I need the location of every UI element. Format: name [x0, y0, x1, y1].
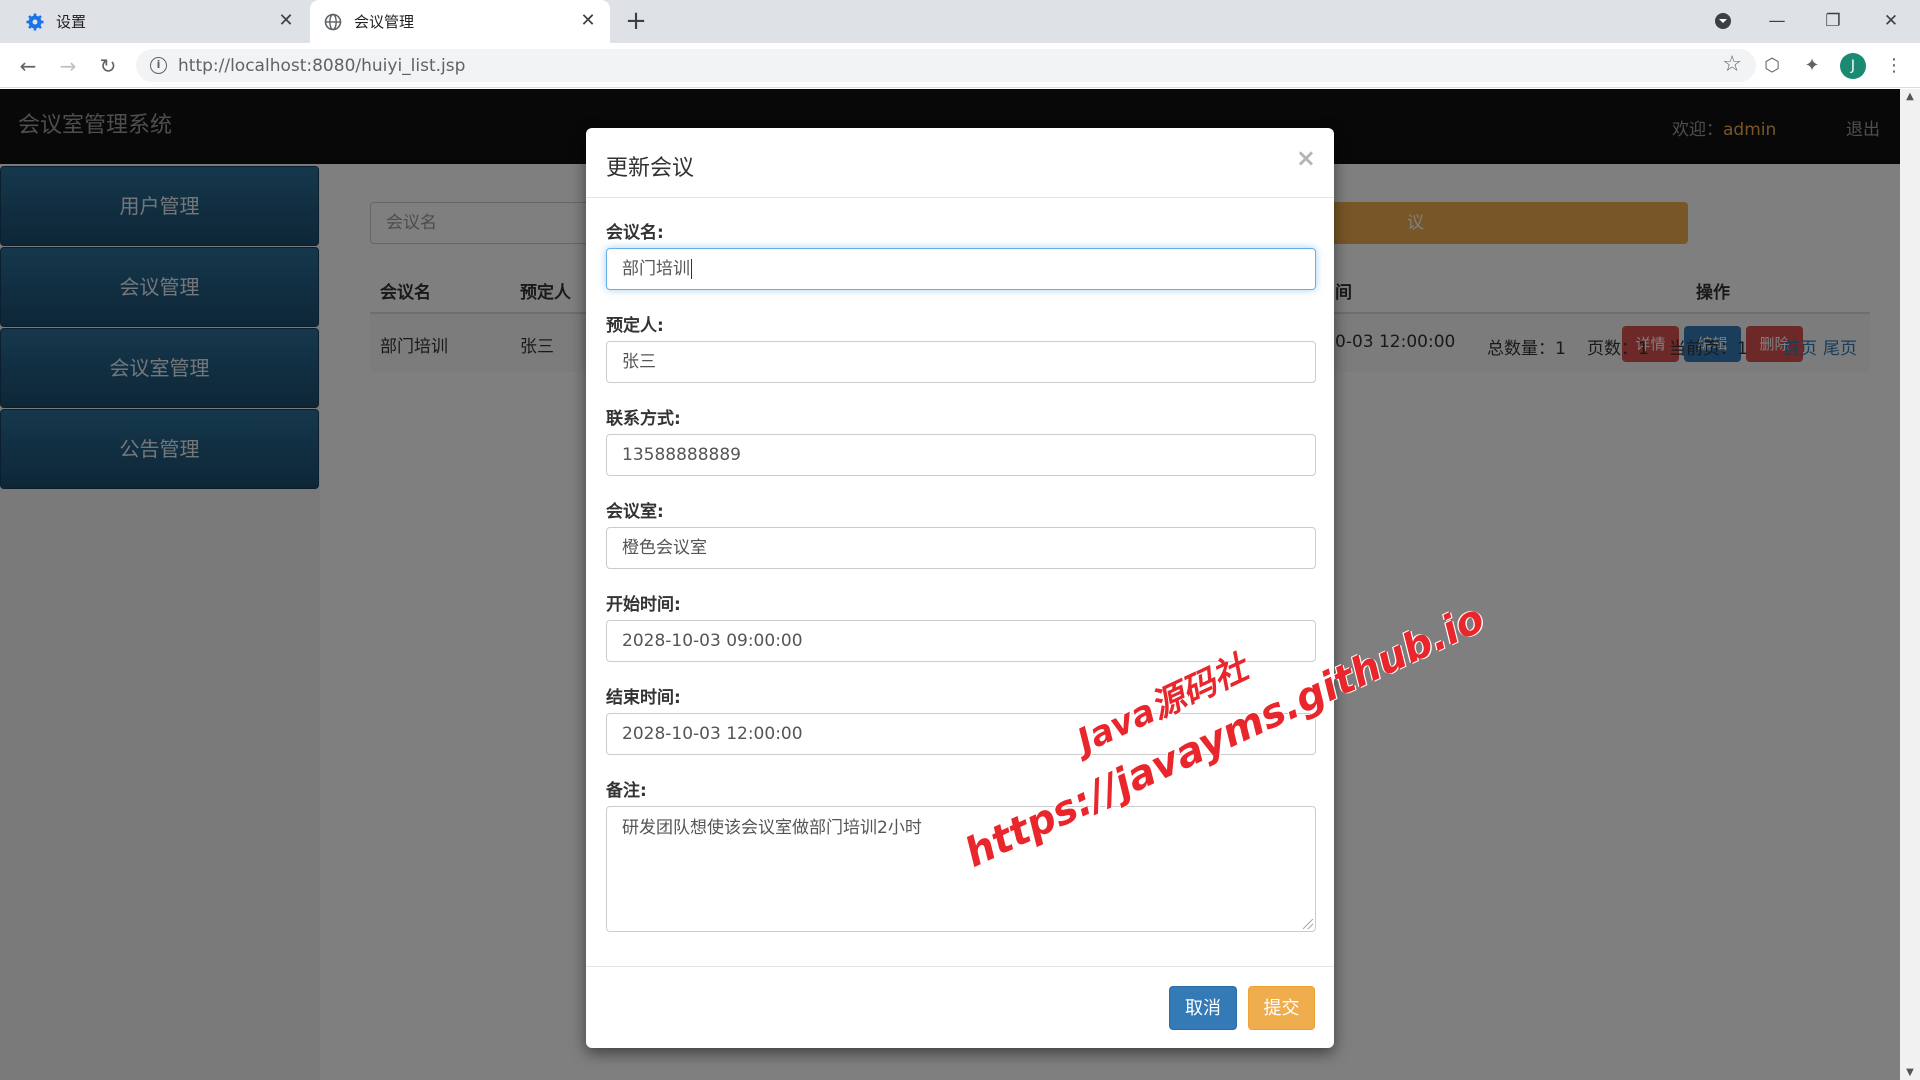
browser-tab-bar: 设置 ✕ 会议管理 ✕ + — ❐ ✕ — [0, 0, 1920, 43]
tab-meeting-management[interactable]: 会议管理 ✕ — [310, 0, 610, 43]
bookmark-star-icon[interactable]: ☆ — [1722, 52, 1742, 77]
url-text[interactable]: http://localhost:8080/huiyi_list.jsp — [178, 56, 465, 76]
submit-button[interactable]: 提交 — [1248, 986, 1315, 1030]
contact-label: 联系方式: — [606, 409, 681, 429]
modal-title: 更新会议 — [606, 156, 695, 181]
gear-icon — [26, 13, 44, 31]
tab-search-icon[interactable] — [1708, 6, 1738, 36]
modal-header: 更新会议 × — [586, 128, 1334, 198]
profile-avatar[interactable]: J — [1840, 53, 1866, 79]
scroll-down-icon[interactable]: ▼ — [1904, 1067, 1916, 1078]
scroll-up-icon[interactable]: ▲ — [1904, 91, 1916, 102]
tab-settings[interactable]: 设置 ✕ — [0, 0, 308, 43]
cancel-button[interactable]: 取消 — [1169, 986, 1237, 1030]
room-input[interactable]: 橙色会议室 — [606, 527, 1316, 569]
window-close-icon[interactable]: ✕ — [1876, 6, 1906, 36]
close-icon[interactable]: × — [1296, 144, 1316, 172]
end-time-label: 结束时间: — [606, 688, 681, 708]
start-time-label: 开始时间: — [606, 595, 681, 615]
close-icon[interactable]: ✕ — [276, 11, 296, 31]
room-label: 会议室: — [606, 502, 664, 522]
puzzle-icon[interactable]: ✦ — [1800, 54, 1824, 78]
contact-input[interactable]: 13588888889 — [606, 434, 1316, 476]
update-meeting-modal: 更新会议 × 会议名: 部门培训 预定人: 张三 联系方式: 135888888… — [586, 128, 1334, 1048]
remark-label: 备注: — [606, 781, 647, 801]
reload-icon[interactable]: ↻ — [94, 52, 122, 80]
info-icon[interactable]: i — [150, 57, 167, 74]
globe-icon — [324, 13, 342, 31]
booker-label: 预定人: — [606, 316, 664, 336]
minimize-icon[interactable]: — — [1762, 6, 1792, 36]
text-caret — [691, 259, 692, 279]
address-bar: ← → ↻ i http://localhost:8080/huiyi_list… — [0, 43, 1920, 88]
booker-input[interactable]: 张三 — [606, 341, 1316, 383]
tab-label: 设置 — [56, 13, 87, 31]
remark-value: 研发团队想使该会议室做部门培训2小时 — [622, 818, 922, 838]
meeting-name-input[interactable]: 部门培训 — [606, 248, 1316, 290]
close-icon[interactable]: ✕ — [578, 11, 598, 31]
back-icon[interactable]: ← — [14, 52, 42, 80]
new-tab-button[interactable]: + — [622, 8, 650, 36]
page-scrollbar[interactable]: ▲ ▼ — [1900, 89, 1920, 1080]
restore-icon[interactable]: ❐ — [1818, 6, 1848, 36]
forward-icon[interactable]: → — [54, 52, 82, 80]
extension-hex-icon[interactable]: ⬡ — [1760, 54, 1784, 78]
resize-handle-icon[interactable] — [1303, 919, 1313, 929]
modal-footer-divider — [586, 966, 1334, 967]
meeting-name-value: 部门培训 — [622, 259, 690, 279]
meeting-name-label: 会议名: — [606, 223, 664, 243]
url-bar[interactable]: i http://localhost:8080/huiyi_list.jsp ☆ — [136, 49, 1756, 82]
remark-textarea[interactable]: 研发团队想使该会议室做部门培训2小时 — [606, 806, 1316, 932]
menu-dots-icon[interactable]: ⋮ — [1882, 54, 1906, 78]
tab-label: 会议管理 — [354, 13, 415, 31]
